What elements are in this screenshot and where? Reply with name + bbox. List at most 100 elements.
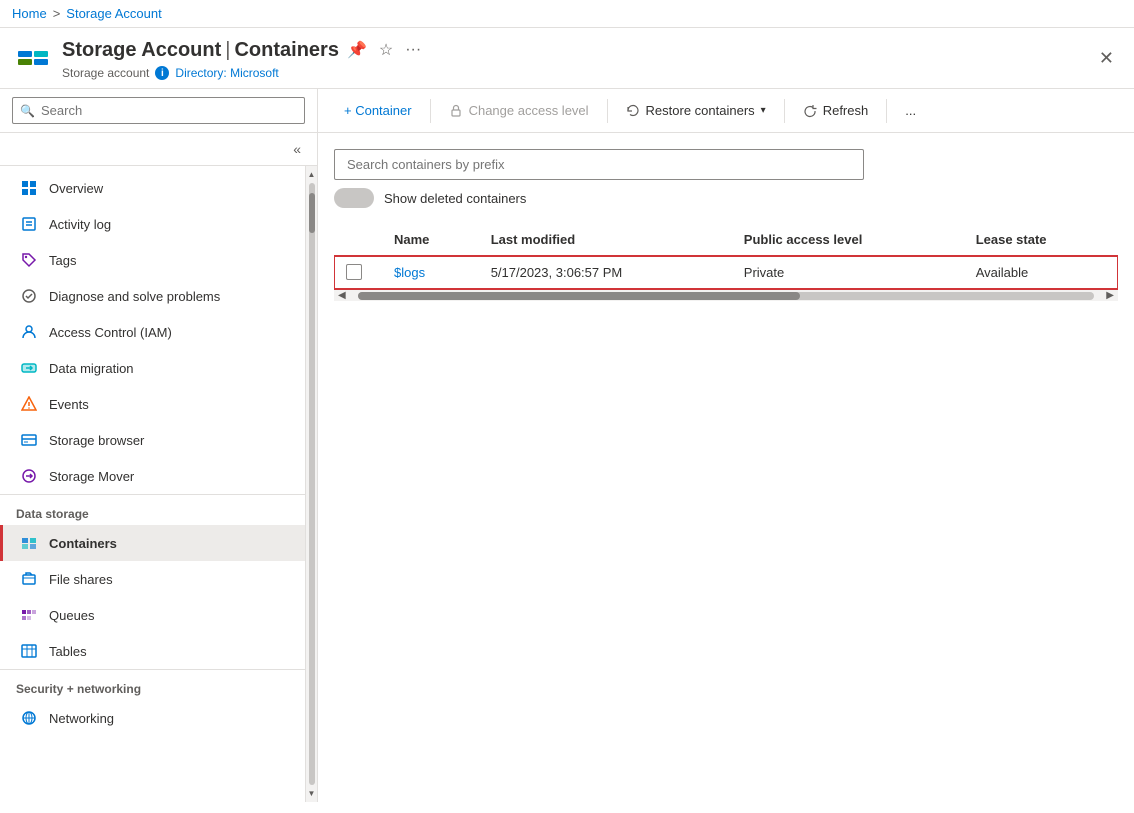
tags-icon [19, 250, 39, 270]
sidebar-item-label: Activity log [49, 217, 111, 232]
breadcrumb-separator: > [53, 6, 61, 21]
scroll-right-arrow[interactable]: ▶ [1102, 290, 1118, 301]
scrollbar-thumb [358, 292, 800, 300]
add-container-button[interactable]: + Container [334, 97, 422, 124]
sidebar-item-label: Tables [49, 644, 87, 659]
restore-icon [626, 104, 640, 118]
security-section: Security + networking [0, 669, 305, 700]
sidebar-item-iam[interactable]: Access Control (IAM) [0, 314, 305, 350]
change-access-label: Change access level [469, 103, 589, 118]
restore-chevron: ▾ [761, 105, 766, 116]
close-button[interactable]: ✕ [1095, 44, 1118, 73]
sidebar-item-activity-log[interactable]: Activity log [0, 206, 305, 242]
scrollbar-track [358, 292, 1095, 300]
scroll-up-arrow[interactable]: ▲ [306, 168, 317, 181]
tables-icon [19, 641, 39, 661]
containers-icon [19, 533, 39, 553]
queues-icon [19, 605, 39, 625]
col-lease-state[interactable]: Lease state [964, 224, 1118, 256]
sidebar-collapse-area: « [0, 133, 317, 166]
breadcrumb-bar: Home > Storage Account [0, 0, 1134, 28]
sidebar-item-label: Tags [49, 253, 76, 268]
show-deleted-toggle[interactable] [334, 188, 374, 208]
sidebar-scrollbar[interactable]: ▲ ▼ [305, 166, 317, 802]
sidebar-item-tags[interactable]: Tags [0, 242, 305, 278]
table-row[interactable]: $logs 5/17/2023, 3:06:57 PM Private Avai… [334, 256, 1118, 289]
sidebar-nav: Overview Activity log Tags [0, 166, 305, 802]
sidebar-item-label: Storage browser [49, 433, 144, 448]
sidebar-item-containers[interactable]: Containers [0, 525, 305, 561]
search-input[interactable] [12, 97, 305, 124]
scroll-left-arrow[interactable]: ◀ [334, 290, 350, 301]
toolbar-separator-2 [607, 99, 608, 123]
col-last-modified[interactable]: Last modified [479, 224, 732, 256]
container-search-input[interactable] [334, 149, 864, 180]
toggle-row: Show deleted containers [334, 188, 1118, 208]
breadcrumb: Home > Storage Account [12, 6, 162, 21]
col-name[interactable]: Name [382, 224, 479, 256]
collapse-button[interactable]: « [285, 137, 309, 161]
breadcrumb-current[interactable]: Storage Account [66, 6, 161, 21]
sidebar-item-label: Diagnose and solve problems [49, 289, 220, 304]
sidebar-item-label: File shares [49, 572, 113, 587]
networking-icon [19, 708, 39, 728]
col-checkbox [334, 224, 382, 256]
diagnose-icon [19, 286, 39, 306]
sidebar-item-label: Overview [49, 181, 103, 196]
migration-icon [19, 358, 39, 378]
row-checkbox-cell [334, 256, 382, 289]
sidebar-item-queues[interactable]: Queues [0, 597, 305, 633]
more-toolbar-button[interactable]: ... [895, 97, 926, 124]
toggle-label: Show deleted containers [384, 191, 526, 206]
content-area: + Container Change access level Restore … [318, 89, 1134, 802]
sidebar-item-file-shares[interactable]: File shares [0, 561, 305, 597]
refresh-button[interactable]: Refresh [793, 97, 879, 124]
sidebar-item-networking[interactable]: Networking [0, 700, 305, 736]
breadcrumb-home[interactable]: Home [12, 6, 47, 21]
more-header-button[interactable]: ··· [401, 37, 425, 63]
activity-icon [19, 214, 39, 234]
mover-icon [19, 466, 39, 486]
containers-table-container: Name Last modified Public access level L… [334, 224, 1118, 301]
sidebar-item-label: Events [49, 397, 89, 412]
sidebar-item-data-migration[interactable]: Data migration [0, 350, 305, 386]
sidebar-item-label: Access Control (IAM) [49, 325, 172, 340]
sidebar-item-overview[interactable]: Overview [0, 170, 305, 206]
favorite-button[interactable]: ☆ [375, 36, 397, 64]
row-checkbox[interactable] [346, 264, 362, 280]
containers-table: Name Last modified Public access level L… [334, 224, 1118, 289]
scroll-thumb [309, 193, 315, 233]
header-subtitle: Storage account [62, 66, 149, 80]
overview-icon [19, 178, 39, 198]
header-text: Storage Account | Containers 📌 ☆ ··· Sto… [62, 36, 425, 80]
sidebar-item-label: Data migration [49, 361, 134, 376]
data-storage-section: Data storage [0, 494, 305, 525]
restore-label: Restore containers [646, 103, 755, 118]
sidebar-item-tables[interactable]: Tables [0, 633, 305, 669]
sidebar-item-diagnose[interactable]: Diagnose and solve problems [0, 278, 305, 314]
sidebar-item-label: Queues [49, 608, 95, 623]
lock-icon [449, 104, 463, 118]
change-access-button[interactable]: Change access level [439, 97, 599, 124]
restore-button[interactable]: Restore containers ▾ [616, 97, 776, 124]
close-area: ✕ [1095, 44, 1118, 73]
pin-button[interactable]: 📌 [343, 36, 371, 64]
files-icon [19, 569, 39, 589]
horizontal-scrollbar[interactable]: ◀ ▶ [334, 289, 1118, 301]
info-badge[interactable]: i [155, 66, 169, 80]
col-access-level[interactable]: Public access level [732, 224, 964, 256]
row-name-cell[interactable]: $logs [382, 256, 479, 289]
main-layout: 🔍 « Overview [0, 89, 1134, 802]
refresh-icon [803, 104, 817, 118]
row-lease-cell: Available [964, 256, 1118, 289]
sidebar-item-events[interactable]: Events [0, 386, 305, 422]
sidebar-item-storage-mover[interactable]: Storage Mover [0, 458, 305, 494]
sidebar-item-storage-browser[interactable]: Storage browser [0, 422, 305, 458]
sidebar-search-area: 🔍 [0, 89, 317, 133]
scroll-down-arrow[interactable]: ▼ [306, 787, 317, 800]
toolbar-separator-4 [886, 99, 887, 123]
header-title: Storage Account [62, 39, 221, 62]
events-icon [19, 394, 39, 414]
content-body: Show deleted containers Name Last modifi… [318, 133, 1134, 802]
sidebar-item-label: Storage Mover [49, 469, 134, 484]
